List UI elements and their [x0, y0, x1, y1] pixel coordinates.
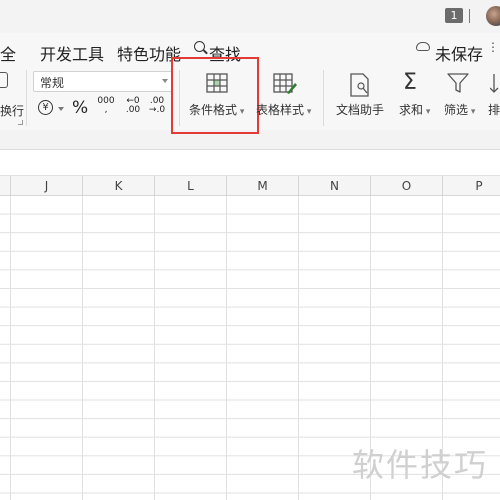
percent-icon[interactable]: % — [72, 98, 88, 118]
document-assistant-icon[interactable] — [349, 73, 371, 97]
table-style-button[interactable]: 表格样式 ▾ — [256, 101, 311, 118]
chevron-down-icon — [162, 79, 168, 83]
decrease-decimal-bottom: →.0 — [148, 105, 166, 115]
column-header-l[interactable]: L — [155, 176, 227, 196]
sum-button[interactable]: 求和 ▾ — [399, 101, 430, 118]
ribbon-separator — [26, 70, 27, 126]
number-format-select[interactable]: 常规 — [33, 71, 173, 92]
table-style-label: 表格样式 — [256, 103, 305, 117]
decrease-decimal-icon[interactable]: .00 →.0 — [148, 97, 166, 115]
column-header-row: J K L M N O P — [0, 176, 500, 196]
increase-decimal-icon[interactable]: ←0 .00 — [124, 97, 142, 115]
sum-icon[interactable]: Σ — [403, 70, 417, 95]
chevron-down-icon[interactable] — [58, 107, 64, 111]
wrap-text-label[interactable]: 换行 — [0, 102, 24, 119]
number-format-value: 常规 — [40, 76, 65, 90]
increase-decimal-bottom: .00 — [125, 105, 141, 115]
wrap-text-icon[interactable] — [0, 72, 8, 88]
column-header-i[interactable] — [0, 176, 11, 196]
title-bar: 1 — [0, 0, 500, 33]
column-header-j[interactable]: J — [11, 176, 83, 196]
thousands-bottom: , — [104, 105, 108, 115]
title-divider — [469, 9, 470, 23]
sort-button[interactable]: 排 — [488, 101, 500, 118]
filter-label: 筛选 — [444, 103, 469, 117]
search-icon[interactable] — [194, 41, 205, 52]
filter-icon[interactable] — [447, 72, 469, 94]
table-style-icon[interactable] — [273, 73, 297, 95]
column-header-p[interactable]: P — [443, 176, 500, 196]
ribbon-separator — [323, 70, 324, 126]
filter-button[interactable]: 筛选 ▾ — [444, 101, 475, 118]
column-header-o[interactable]: O — [371, 176, 443, 196]
group-launcher-icon[interactable] — [18, 120, 23, 125]
sort-icon[interactable] — [490, 72, 500, 94]
cloud-icon[interactable] — [416, 42, 430, 51]
avatar[interactable] — [486, 6, 500, 26]
watermark: 软件技巧 — [352, 446, 489, 484]
highlight-box — [171, 57, 259, 134]
currency-icon[interactable]: ¥ — [38, 100, 53, 115]
document-assistant-button[interactable]: 文档助手 — [336, 101, 384, 118]
column-header-n[interactable]: N — [299, 176, 371, 196]
menu-item-security[interactable]: 全 — [0, 41, 16, 65]
column-header-m[interactable]: M — [227, 176, 299, 196]
formula-bar-area — [0, 150, 500, 176]
save-status[interactable]: 未保存 — [435, 41, 483, 65]
thousands-separator-icon[interactable]: 000 , — [97, 97, 115, 115]
notification-badge[interactable]: 1 — [445, 8, 463, 23]
column-header-k[interactable]: K — [83, 176, 155, 196]
menu-item-developer-tools[interactable]: 开发工具 — [40, 41, 104, 65]
more-icon[interactable]: ⋮ — [487, 40, 499, 54]
sum-label: 求和 — [399, 103, 424, 117]
